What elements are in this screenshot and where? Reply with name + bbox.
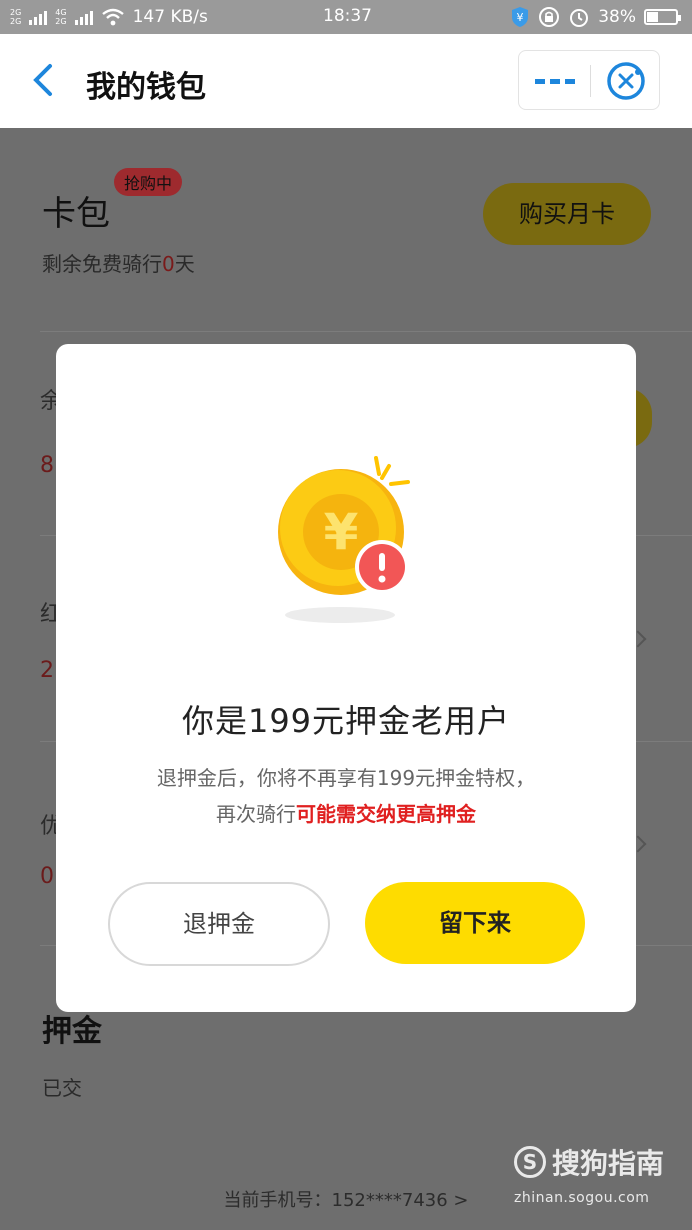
nav-bar: 我的钱包 [0, 34, 692, 128]
status-left: 2G 2G 4G 2G 147 KB/s [10, 7, 208, 27]
promo-badge: 抢购中 [114, 168, 183, 196]
sogou-s-icon: S [514, 1146, 546, 1178]
redpacket-value-peek: 2 [40, 658, 54, 683]
coupon-value-peek: 0 [40, 864, 54, 889]
alarm-icon [570, 9, 589, 27]
dialog-desc-line2: 再次骑行可能需交纳更高押金 [56, 796, 636, 832]
close-mini-program-icon[interactable] [605, 60, 647, 102]
network-1-bottom: 2G [10, 17, 22, 26]
free-ride-days: 剩余免费骑行0天 [42, 248, 195, 277]
free-ride-unit: 天 [174, 252, 195, 276]
network-1-top: 2G [10, 8, 22, 17]
more-icon[interactable] [533, 71, 577, 91]
signal-icon [29, 9, 48, 25]
battery-percent: 38% [598, 7, 636, 27]
balance-value-peek: 8 [40, 453, 54, 478]
deposit-title: 押金 [42, 1014, 102, 1049]
dialog-desc-line1: 退押金后，你将不再享有199元押金特权， [156, 766, 536, 790]
card-pack-title: 卡包 [42, 194, 110, 234]
network-type-1: 2G 2G [10, 8, 21, 26]
dialog-description: 退押金后，你将不再享有199元押金特权， 再次骑行可能需交纳更高押金 [56, 760, 636, 832]
dialog-desc-warning: 可能需交纳更高押金 [296, 802, 476, 826]
battery-icon [644, 9, 681, 25]
svg-text:¥: ¥ [324, 503, 359, 561]
dialog-title: 你是199元押金老用户 [181, 702, 511, 740]
buy-monthly-card-button[interactable]: 购买月卡 [483, 183, 651, 245]
stay-button[interactable]: 留下来 [365, 882, 585, 964]
deposit-retention-dialog: ¥ 你是199元押金老用户 退押金后，你将不再享有199元押金特权， 再次骑行可… [56, 344, 636, 1012]
coin-warning-icon: ¥ [278, 456, 410, 623]
status-right: ¥ 38% [510, 6, 681, 28]
page-title: 我的钱包 [86, 70, 206, 105]
wifi-icon [101, 8, 124, 26]
capsule-divider [590, 65, 591, 97]
network-2-top: 4G [55, 8, 67, 17]
mini-program-capsule [518, 50, 660, 110]
back-arrow-icon[interactable] [28, 62, 58, 98]
svg-text:¥: ¥ [517, 11, 524, 24]
divider [40, 330, 692, 332]
status-time: 18:37 [323, 6, 372, 26]
sogou-watermark: S 搜狗指南 zhinan.sogou.com [514, 1142, 674, 1212]
shield-yen-icon: ¥ [512, 7, 529, 27]
lock-rotation-icon [539, 7, 560, 27]
status-bar: 2G 2G 4G 2G 147 KB/s 18:37 ¥ 38% [0, 0, 692, 34]
free-ride-label: 剩余免费骑行 [42, 252, 162, 276]
network-type-2: 4G 2G [55, 8, 66, 26]
dialog-desc-prefix: 再次骑行 [216, 802, 296, 826]
network-speed: 147 KB/s [132, 7, 208, 27]
deposit-status: 已交 [42, 1076, 82, 1100]
signal-icon-2 [74, 9, 93, 25]
free-ride-count: 0 [162, 252, 175, 276]
watermark-url: zhinan.sogou.com [514, 1190, 650, 1206]
sogou-logo: S 搜狗指南 [514, 1142, 674, 1182]
refund-deposit-button[interactable]: 退押金 [108, 882, 330, 966]
watermark-brand: 搜狗指南 [552, 1147, 665, 1180]
network-2-bottom: 2G [55, 17, 67, 26]
